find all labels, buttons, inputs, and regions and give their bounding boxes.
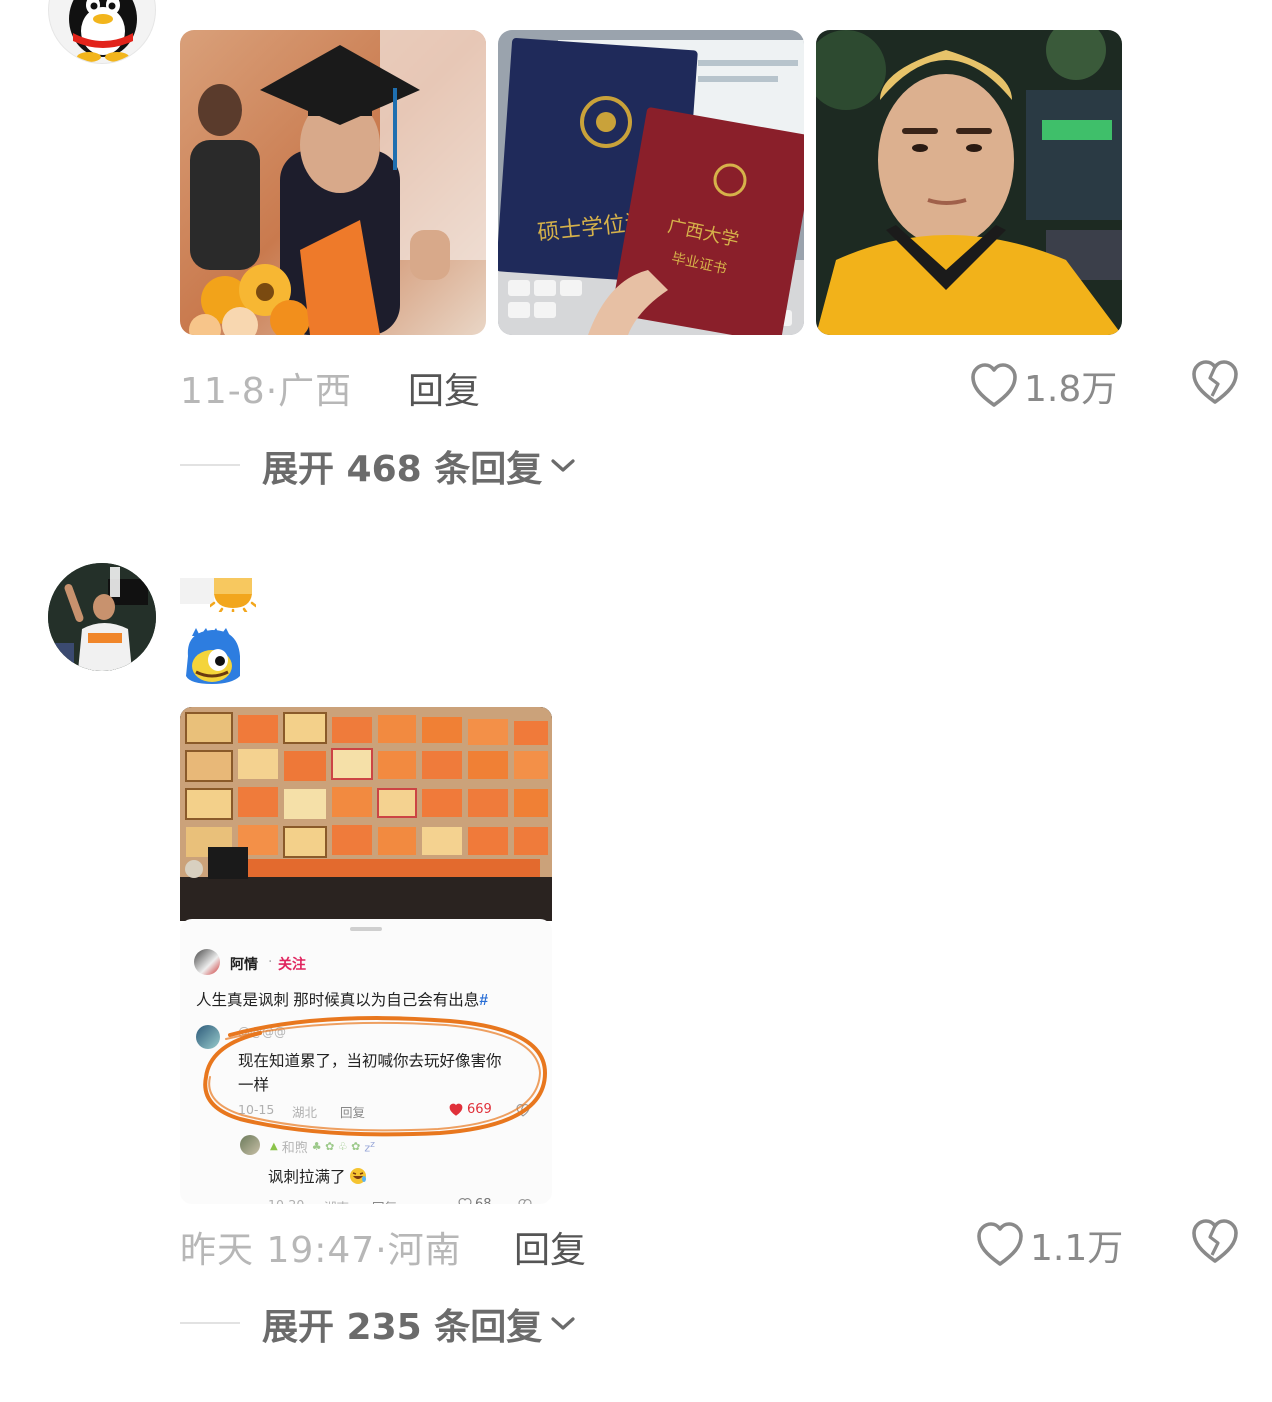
broken-heart-icon [518,1199,532,1204]
reply-like: 68 [458,1197,492,1204]
reply-date: 10-20 [268,1197,304,1204]
chevron-down-icon [551,1317,575,1330]
photo-graduation[interactable] [180,30,486,335]
comment-time-location: 昨天 19:47·河南 [180,1230,462,1271]
graduation-photo-image [180,30,486,335]
comment-time-location: 11-8·广西 [180,371,353,412]
reply-avatar [240,1135,260,1155]
heart-icon [971,363,1017,407]
reply-username: 和煦 [281,1141,308,1156]
expand-divider [180,1322,240,1324]
reply-button[interactable]: 回复 [408,362,480,414]
broken-heart-icon [1192,1219,1238,1263]
like-button[interactable]: 1.1万 [976,1219,1123,1271]
sun-badge-icon [208,576,258,616]
expand-replies-button[interactable]: 展开 468 条回复 [262,440,576,492]
like-count: 1.8万 [1024,369,1118,410]
attached-screenshot[interactable]: 阿情 · 关注 人生真是讽刺 那时候真以为自己会有出息# @@@@ 现在知道累了… [180,707,552,1204]
like-button[interactable]: 1.8万 [970,360,1117,412]
expand-replies-label: 展开 235 条回复 [262,1307,543,1348]
reply-reply-label: 回复 [372,1197,397,1204]
photo-selfie[interactable] [816,30,1122,335]
user-avatar-image [48,563,156,671]
screenshot-follow-label: 关注 [278,956,306,972]
reply-like-count: 68 [475,1197,492,1204]
laughing-emoji-icon [349,1168,366,1184]
user-avatar[interactable] [48,563,156,671]
selfie-photo-image [816,30,1122,335]
dislike-button[interactable] [1191,1219,1239,1269]
highlight-circle [203,1016,548,1137]
screenshot-author-name: 阿情 [230,956,258,972]
certificates-photo-image: 硕士学位证书 广西大学 毕业证书 [498,30,804,335]
reply-location: 湖南 [324,1197,349,1204]
dislike-button[interactable] [1191,360,1239,410]
heart-icon [977,1222,1023,1266]
user-avatar[interactable] [48,0,156,64]
cartoon-sticker-icon [182,626,244,692]
photo-certificates[interactable]: 硕士学位证书 广西大学 毕业证书 [498,30,804,335]
expand-replies-label: 展开 468 条回复 [262,449,543,490]
like-count: 1.1万 [1030,1228,1124,1269]
reply-text-row: 讽刺拉满了 [268,1165,367,1187]
username-placeholder [180,578,214,604]
screenshot-post-text: 人生真是讽刺 那时候真以为自己会有出息# [196,992,488,1009]
broken-heart-icon [1192,360,1238,404]
reply-text: 讽刺拉满了 [268,1169,346,1186]
reply-button[interactable]: 回复 [514,1221,586,1273]
separator-dot: · [268,954,273,970]
chevron-down-icon [551,459,575,472]
expand-divider [180,464,240,466]
expand-replies-button[interactable]: 展开 235 条回复 [262,1298,576,1350]
reply-username-row: ▲ 和煦 ♣ ✿ ♧ ✿ zz [270,1138,375,1156]
screenshot-author-avatar [194,949,220,975]
certificate-wall-image [180,707,552,921]
drag-handle [350,927,382,931]
qq-penguin-avatar-icon [69,0,137,62]
heart-icon [458,1198,472,1204]
screenshot-comment-card: 阿情 · 关注 人生真是讽刺 那时候真以为自己会有出息# @@@@ 现在知道累了… [180,919,552,1204]
